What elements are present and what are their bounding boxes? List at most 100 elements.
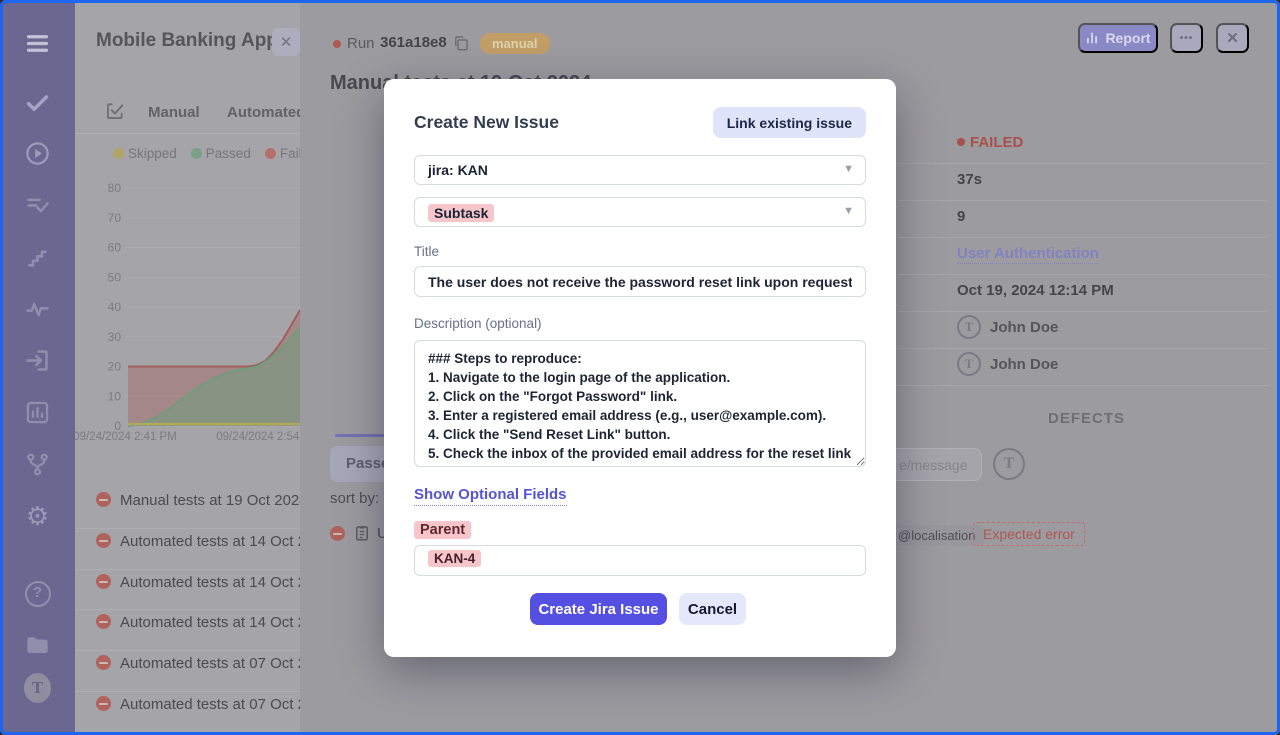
tests-check-icon[interactable]: [24, 89, 51, 116]
detail-separator: [898, 348, 1268, 349]
project-close-button[interactable]: ✕: [272, 28, 300, 56]
run-list-item[interactable]: Manual tests at 19 Oct 2024: [75, 488, 300, 528]
run-list-item[interactable]: Automated tests at 07 Oct 2024: [75, 692, 300, 732]
detail-status: FAILED: [957, 134, 1023, 151]
run-id: 361a18e8: [380, 34, 447, 51]
run-list-item[interactable]: Automated tests at 07 Oct 2024: [75, 651, 300, 691]
svg-text:40: 40: [108, 300, 122, 314]
report-bar-chart-icon: [1085, 31, 1099, 45]
failed-test-icon: [330, 526, 345, 541]
projects-folder-icon[interactable]: [24, 631, 51, 658]
svg-text:80: 80: [108, 181, 122, 195]
svg-text:10: 10: [108, 389, 122, 403]
legend-skipped: Skipped: [113, 146, 177, 161]
more-options-button[interactable]: •••: [1170, 23, 1203, 53]
project-panel: Mobile Banking App ✕ Manual Automated Sk…: [75, 0, 300, 735]
modal-title: Create New Issue: [414, 112, 559, 133]
report-button[interactable]: Report: [1078, 23, 1158, 53]
parent-value-chip: KAN-4: [428, 550, 481, 567]
plans-list-check-icon[interactable]: [24, 192, 51, 219]
profile-logo-icon[interactable]: T: [24, 674, 51, 701]
clipboard-icon: [353, 524, 371, 542]
tag-localisation[interactable]: @localisation: [888, 525, 986, 546]
detail-separator: [898, 237, 1268, 238]
detail-duration: 37s: [957, 171, 982, 188]
chart-legend: Skipped Passed Failed: [113, 146, 300, 161]
link-existing-issue-button[interactable]: Link existing issue: [713, 107, 866, 138]
milestones-stairs-icon[interactable]: [24, 244, 51, 271]
detail-date: Oct 19, 2024 12:14 PM: [957, 282, 1114, 299]
failed-run-icon: [96, 614, 111, 629]
detail-suite-link[interactable]: User Authentication: [957, 245, 1099, 262]
settings-gear-icon[interactable]: ⚙: [24, 503, 51, 530]
description-textarea[interactable]: ### Steps to reproduce: 1. Navigate to t…: [414, 340, 866, 467]
project-title: Mobile Banking App: [96, 30, 278, 52]
detail-tests-count: 9: [957, 208, 965, 225]
run-type-badge: manual: [480, 33, 550, 54]
branch-icon[interactable]: [24, 451, 51, 478]
import-icon[interactable]: [24, 347, 51, 374]
description-label: Description (optional): [414, 316, 542, 331]
create-jira-issue-button[interactable]: Create Jira Issue: [530, 593, 667, 625]
sidebar: ⚙ ? T: [0, 0, 75, 735]
failed-run-icon: [96, 574, 111, 589]
detail-assignee: TJohn Doe: [957, 352, 1058, 376]
detail-created-by: TJohn Doe: [957, 315, 1058, 339]
run-list-item[interactable]: Automated tests at 14 Oct 2024: [75, 570, 300, 610]
svg-text:50: 50: [108, 270, 122, 284]
tag-expected-error[interactable]: Expected error: [973, 522, 1085, 546]
failed-run-icon: [96, 696, 111, 711]
detail-separator: [898, 274, 1268, 275]
run-list-item[interactable]: Automated tests at 14 Oct 2024: [75, 610, 300, 650]
cancel-button[interactable]: Cancel: [679, 593, 746, 625]
sort-by-label: sort by:: [330, 490, 379, 507]
parent-input[interactable]: [414, 545, 866, 576]
failed-run-icon: [96, 492, 111, 507]
skipped-dot-icon: [113, 148, 124, 159]
issue-title-input[interactable]: [414, 266, 866, 297]
failed-dot-icon: [265, 148, 276, 159]
app-window: ⚙ ? T Mobile Banking App ✕ Manual Automa…: [0, 0, 1280, 735]
run-list-item[interactable]: Automated tests at 14 Oct 2024: [75, 529, 300, 569]
project-select[interactable]: jira: KAN ▼: [414, 155, 866, 185]
checkbox-check-icon: [105, 101, 125, 121]
test-trend-chart: 0102030405060708009/24/2024 2:41 PM09/24…: [75, 176, 300, 446]
show-optional-fields-link[interactable]: Show Optional Fields: [414, 486, 567, 506]
failed-run-icon: [96, 655, 111, 670]
tabs-divider: [75, 133, 300, 134]
avatar: T: [957, 352, 981, 376]
chevron-down-icon: ▼: [843, 163, 854, 175]
reports-bar-chart-icon[interactable]: [24, 399, 51, 426]
failed-run-icon: [96, 533, 111, 548]
runs-play-icon[interactable]: [24, 140, 51, 167]
detail-separator: [898, 163, 1268, 164]
parent-label: Parent: [414, 522, 471, 538]
title-label: Title: [414, 244, 439, 259]
legend-failed: Failed: [265, 146, 300, 161]
chevron-down-icon: ▼: [843, 205, 854, 217]
tab-manual[interactable]: Manual: [148, 104, 200, 121]
svg-text:30: 30: [108, 330, 122, 344]
detail-separator: [898, 200, 1268, 201]
svg-text:09/24/2024 2:41 PM: 09/24/2024 2:41 PM: [75, 431, 177, 443]
avatar: T: [957, 315, 981, 339]
run-label: Run: [347, 35, 375, 52]
svg-text:70: 70: [108, 211, 122, 225]
tab-automated[interactable]: Automated: [227, 104, 300, 121]
run-status-dot: [333, 40, 341, 48]
create-new-issue-modal: Create New Issue Link existing issue jir…: [384, 79, 896, 657]
help-icon[interactable]: ?: [24, 580, 51, 607]
run-close-button[interactable]: ✕: [1216, 23, 1249, 53]
menu-icon[interactable]: [24, 30, 51, 57]
issue-type-select[interactable]: Subtask ▼: [414, 197, 866, 227]
legend-passed: Passed: [191, 146, 251, 161]
svg-text:09/24/2024 2:54 PM: 09/24/2024 2:54 PM: [216, 431, 300, 443]
analytics-pulse-icon[interactable]: [24, 296, 51, 323]
detail-separator: [898, 385, 1268, 386]
svg-text:60: 60: [108, 241, 122, 255]
defects-heading: DEFECTS: [1048, 410, 1125, 427]
copy-icon[interactable]: [452, 34, 470, 52]
svg-text:20: 20: [108, 360, 122, 374]
detail-separator: [898, 311, 1268, 312]
passed-dot-icon: [191, 148, 202, 159]
